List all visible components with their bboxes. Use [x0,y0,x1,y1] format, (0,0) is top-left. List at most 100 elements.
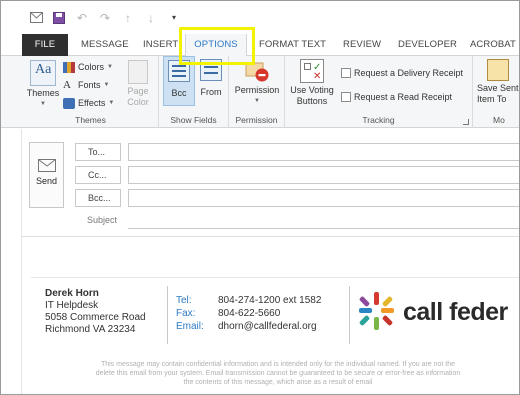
left-divider [21,129,22,394]
themes-button[interactable]: Aa Themes ▼ [25,60,61,110]
bcc-field-button[interactable]: Bcc... [75,189,121,207]
voting-icon: ✓ ✕ [300,59,324,83]
effects-button[interactable]: Effects ▼ [63,96,114,110]
fax-label: Fax: [176,308,196,319]
fonts-label: Fonts [78,80,101,90]
disclaimer-line: the contents of this message, which aris… [183,379,373,386]
tab-review[interactable]: REVIEW [343,34,381,56]
tab-file[interactable]: FILE [22,34,68,56]
use-voting-buttons-button[interactable]: ✓ ✕ Use Voting Buttons [289,59,335,107]
to-button[interactable]: To... [75,143,121,161]
redo-icon[interactable]: ↷ [98,11,112,25]
page-color-button[interactable]: Page Color [119,60,157,108]
bcc-field[interactable] [128,189,519,207]
permission-button[interactable]: Permission ▼ [231,59,283,107]
tab-insert[interactable]: INSERT [143,34,178,56]
tel-value: 804-274-1200 ext 1582 [218,295,322,306]
bcc-button[interactable]: Bcc [163,56,195,106]
email-value[interactable]: dhorn@callfederal.org [218,320,317,333]
more-group: Save Sent Item To Mo [473,56,519,128]
fax-value: 804-622-5660 [218,308,281,319]
more-group-label: Mo [493,115,505,125]
signature-identity: Derek Horn IT Helpdesk 5058 Commerce Roa… [45,288,146,336]
subject-field[interactable] [128,209,519,229]
page-color-icon [128,60,148,84]
tab-message[interactable]: MESSAGE [81,34,129,56]
checkbox-icon [341,68,351,78]
read-receipt-label: Request a Read Receipt [354,92,453,102]
quick-access-toolbar: ↶ ↷ ↑ ↓ ▾ [1,1,519,34]
to-field[interactable] [128,143,519,161]
up-arrow-icon[interactable]: ↑ [121,11,135,25]
tracking-group-label: Tracking [362,115,395,125]
permission-icon [244,59,270,83]
signature-divider [167,286,168,344]
delivery-receipt-label: Request a Delivery Receipt [354,68,464,78]
signature-address-2: Richmond VA 23234 [45,324,136,335]
fonts-button[interactable]: A Fonts ▼ [63,78,109,92]
show-fields-group: Bcc From Show Fields [159,56,229,128]
show-fields-group-label: Show Fields [170,115,217,125]
call-federal-logo: call feder [357,288,519,338]
cc-button[interactable]: Cc... [75,166,121,184]
signature-divider [349,286,350,344]
effects-label: Effects [78,98,106,108]
message-body-divider [21,236,519,237]
from-label: From [200,87,222,97]
tab-options[interactable]: OPTIONS [185,34,247,57]
chevron-down-icon: ▼ [254,98,260,104]
compose-area: Send To... Cc... Bcc... Subject Derek Ho… [1,129,519,394]
send-button[interactable]: Send [29,142,64,208]
email-disclaimer: This message may contain confidential in… [35,360,519,387]
disclaimer-line: delete this email from your system. Emai… [95,370,461,377]
from-button[interactable]: From [197,59,225,98]
folder-icon [487,59,509,81]
signature-contact: Tel: 804-274-1200 ext 1582 Fax: 804-622-56… [176,294,321,333]
themes-icon: Aa [30,60,56,86]
logo-text: call feder [403,298,508,326]
down-arrow-icon[interactable]: ↓ [144,11,158,25]
send-icon [37,159,56,172]
signature-address-1: 5058 Commerce Road [45,312,146,323]
outlook-message-window: ↶ ↷ ↑ ↓ ▾ FILE MESSAGE INSERT OPTIONS FO… [0,0,520,395]
from-icon [200,59,222,81]
email-signature: Derek Horn IT Helpdesk 5058 Commerce Roa… [31,277,519,349]
checkbox-icon [341,92,351,102]
voting-label: Use Voting Buttons [290,85,334,106]
save-sent-label: Save Sent Item To [477,83,519,104]
read-receipt-checkbox[interactable]: Request a Read Receipt [341,90,452,104]
tel-label: Tel: [176,295,192,306]
tab-acrobat[interactable]: ACROBAT [470,34,516,56]
bcc-icon [168,60,190,82]
chevron-down-icon: ▼ [40,101,46,107]
colors-button[interactable]: Colors ▼ [63,60,113,74]
tab-format-text[interactable]: FORMAT TEXT [259,34,326,56]
mail-icon[interactable] [29,11,43,25]
save-sent-item-button[interactable]: Save Sent Item To [477,59,519,105]
ribbon-tab-row: FILE MESSAGE INSERT OPTIONS FORMAT TEXT … [1,34,519,57]
themes-label: Themes [26,88,60,98]
signature-title: IT Helpdesk [45,300,99,311]
bcc-label: Bcc [171,88,187,98]
delivery-receipt-checkbox[interactable]: Request a Delivery Receipt [341,66,463,80]
tracking-group: ✓ ✕ Use Voting Buttons Request a Deliver… [285,56,473,128]
effects-icon [63,97,75,109]
signature-name: Derek Horn [45,288,99,299]
dialog-launcher-icon[interactable] [463,119,469,125]
customize-icon[interactable]: ▾ [167,11,181,25]
save-icon[interactable] [52,11,66,25]
fonts-icon: A [63,79,71,91]
permission-group: Permission ▼ Permission [229,56,285,128]
ribbon-options: Aa Themes ▼ Colors ▼ A Fonts ▼ Effects ▼ Pa… [1,56,519,128]
tab-developer[interactable]: DEVELOPER [398,34,457,56]
email-label: Email: [176,321,204,332]
colors-icon [63,61,75,73]
subject-label: Subject [87,215,118,225]
undo-icon[interactable]: ↶ [75,11,89,25]
send-label: Send [35,176,58,186]
cc-field[interactable] [128,166,519,184]
logo-mark-icon [359,292,394,330]
permission-label: Permission [234,85,280,95]
themes-group-label: Themes [75,115,106,125]
disclaimer-line: This message may contain confidential in… [100,361,456,368]
